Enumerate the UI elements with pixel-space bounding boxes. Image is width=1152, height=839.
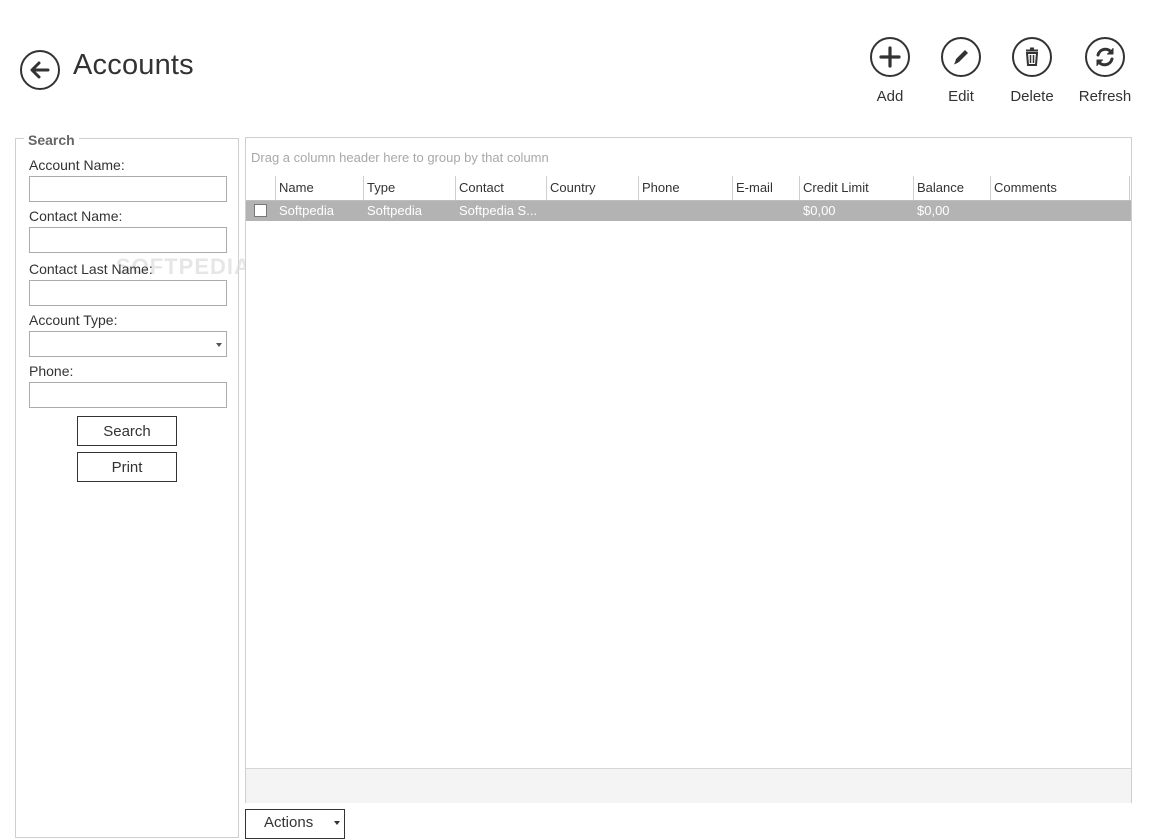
account-name-label: Account Name: bbox=[29, 157, 125, 173]
cell-phone bbox=[639, 201, 733, 221]
pencil-icon bbox=[954, 50, 968, 65]
contact-name-input[interactable] bbox=[29, 227, 227, 253]
column-header-contact[interactable]: Contact bbox=[455, 176, 546, 200]
column-header-comments[interactable]: Comments bbox=[990, 176, 1130, 200]
actions-label: Actions bbox=[264, 814, 314, 831]
back-button[interactable] bbox=[20, 50, 60, 90]
refresh-label: Refresh bbox=[1078, 88, 1132, 105]
page-title: Accounts bbox=[73, 49, 194, 81]
search-group-title: Search bbox=[24, 132, 79, 148]
column-header-name[interactable]: Name bbox=[275, 176, 363, 200]
print-button[interactable]: Print bbox=[77, 452, 177, 482]
grid-header: Name Type Contact Country Phone E-mail C… bbox=[246, 176, 1131, 201]
search-button[interactable]: Search bbox=[77, 416, 177, 446]
refresh-button[interactable]: Refresh bbox=[1074, 37, 1136, 105]
back-arrow-icon bbox=[30, 61, 50, 79]
edit-label: Edit bbox=[948, 88, 974, 105]
add-label: Add bbox=[876, 88, 904, 105]
delete-label: Delete bbox=[1010, 88, 1054, 105]
cell-comments bbox=[991, 201, 1131, 221]
column-header-credit-limit[interactable]: Credit Limit bbox=[799, 176, 913, 200]
cell-type: Softpedia bbox=[367, 203, 422, 218]
group-by-panel[interactable]: Drag a column header here to group by th… bbox=[246, 138, 1131, 177]
cell-email bbox=[733, 201, 800, 221]
plus-icon bbox=[879, 46, 901, 68]
column-header-type[interactable]: Type bbox=[363, 176, 455, 200]
delete-button[interactable]: Delete bbox=[1001, 37, 1063, 105]
dropdown-arrow-icon bbox=[216, 343, 222, 347]
cell-contact: Softpedia S... bbox=[459, 203, 538, 218]
actions-dropdown-button[interactable]: Actions bbox=[245, 809, 345, 839]
grid-footer bbox=[246, 768, 1131, 803]
column-header-country[interactable]: Country bbox=[546, 176, 638, 200]
dropdown-arrow-icon bbox=[334, 821, 340, 825]
cell-name: Softpedia bbox=[279, 203, 334, 218]
column-header-email[interactable]: E-mail bbox=[732, 176, 799, 200]
column-header-balance[interactable]: Balance bbox=[913, 176, 990, 200]
contact-last-name-input[interactable] bbox=[29, 280, 227, 306]
table-row[interactable]: Softpedia Softpedia Softpedia S... $0,00… bbox=[246, 201, 1131, 221]
phone-label: Phone: bbox=[29, 363, 74, 379]
search-panel: Search Account Name: Contact Name: SOFTP… bbox=[15, 132, 250, 838]
add-button[interactable]: Add bbox=[859, 37, 921, 105]
contact-last-name-label: Contact Last Name: bbox=[29, 261, 153, 277]
account-type-select[interactable] bbox=[29, 331, 227, 357]
cell-country bbox=[547, 201, 639, 221]
trash-icon bbox=[1025, 47, 1039, 66]
contact-name-label: Contact Name: bbox=[29, 208, 123, 224]
refresh-icon bbox=[1096, 47, 1114, 67]
account-type-label: Account Type: bbox=[29, 312, 118, 328]
account-name-input[interactable] bbox=[29, 176, 227, 202]
phone-input[interactable] bbox=[29, 382, 227, 408]
accounts-grid: Drag a column header here to group by th… bbox=[245, 137, 1132, 803]
column-header-phone[interactable]: Phone bbox=[638, 176, 732, 200]
cell-balance: $0,00 bbox=[917, 203, 950, 218]
cell-credit-limit: $0,00 bbox=[803, 203, 836, 218]
row-checkbox[interactable] bbox=[254, 204, 267, 217]
edit-button[interactable]: Edit bbox=[930, 37, 992, 105]
group-by-hint: Drag a column header here to group by th… bbox=[251, 150, 549, 165]
